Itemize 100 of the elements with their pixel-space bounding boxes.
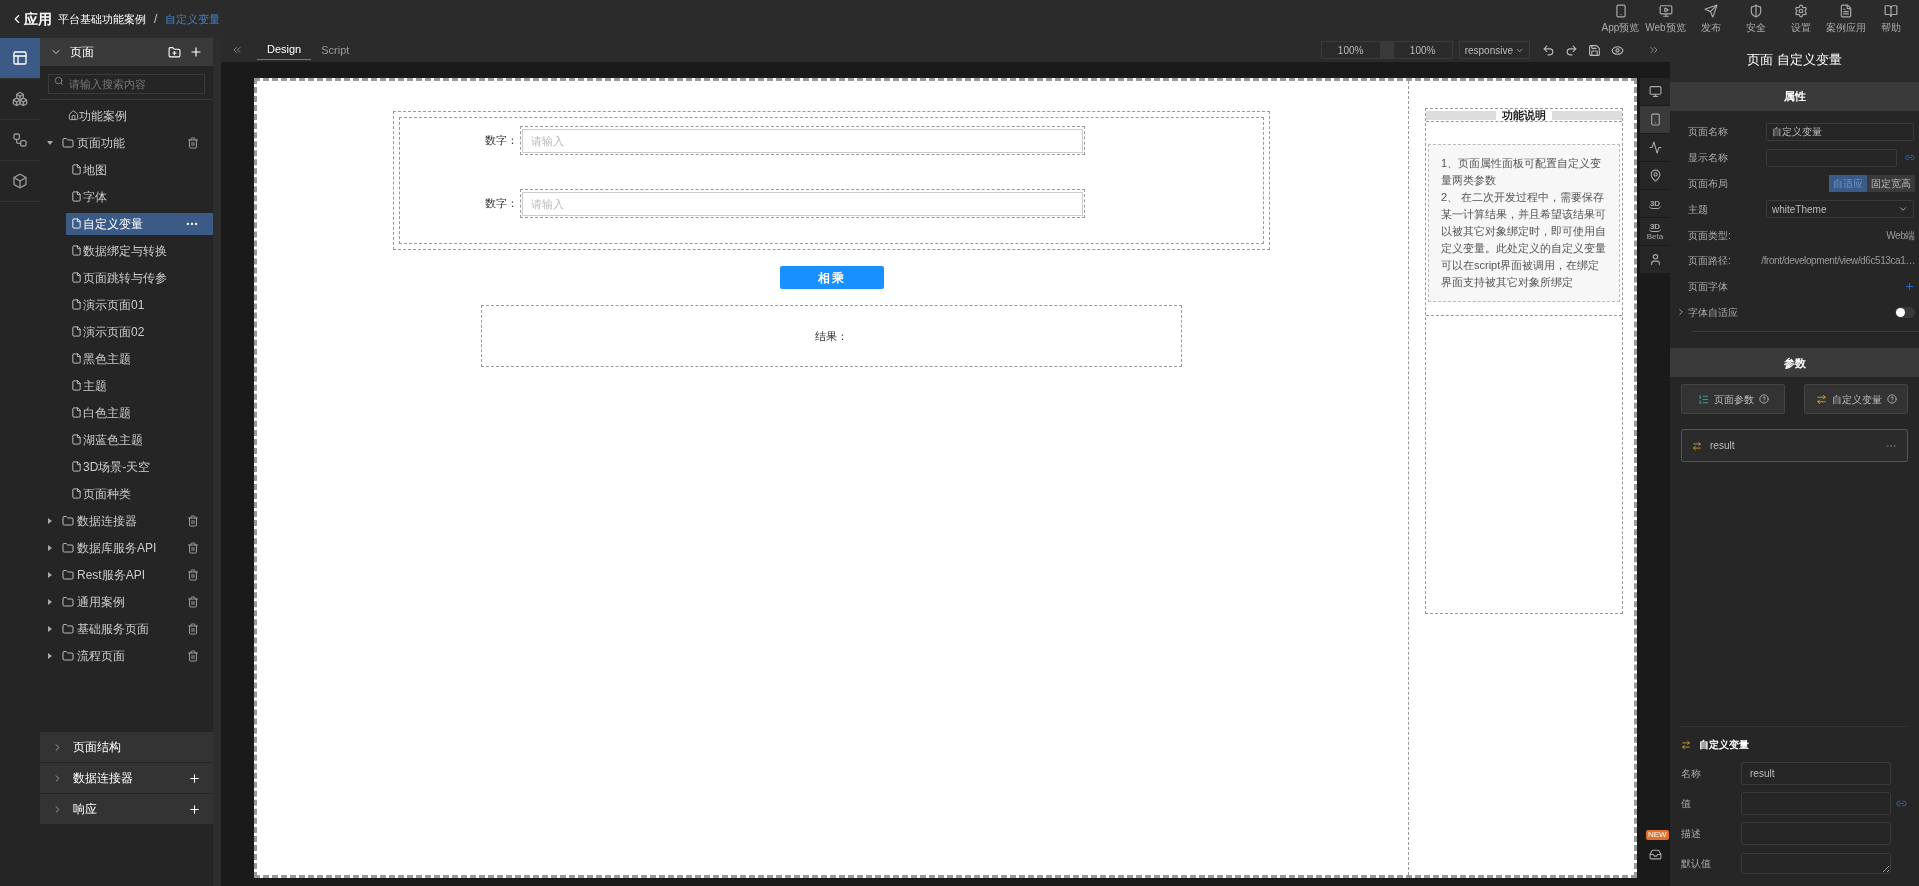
toolbar-button[interactable]: 安全 xyxy=(1733,3,1778,35)
toolbar-button[interactable]: 案例应用 xyxy=(1823,3,1868,35)
search-field[interactable]: 请输入搜索内容 xyxy=(48,74,205,94)
tree-item[interactable]: 演示页面01 xyxy=(66,293,213,316)
zoom-field[interactable]: 100% xyxy=(1392,41,1453,59)
parameter-button[interactable]: 自定义变量 xyxy=(1804,384,1908,415)
add-icon[interactable] xyxy=(188,771,201,785)
collapsed-section[interactable]: 响应 xyxy=(40,794,213,824)
tree-item[interactable]: 数据库服务API xyxy=(77,538,187,557)
new-badge: NEW xyxy=(1646,830,1669,840)
toolbar-button[interactable]: 设置 xyxy=(1778,3,1823,35)
property-label: 显示名称 xyxy=(1688,151,1729,166)
chart-icon xyxy=(1648,141,1662,154)
tree-item[interactable]: 页面种类 xyxy=(66,482,213,505)
trash-icon[interactable] xyxy=(187,541,199,554)
device-button[interactable] xyxy=(1640,106,1670,134)
property-input[interactable]: 自定义变量 xyxy=(1766,122,1914,141)
folder-icon xyxy=(62,568,74,581)
tree-item[interactable]: 基础服务页面 xyxy=(77,619,187,638)
theme-select[interactable]: whiteTheme xyxy=(1766,200,1914,219)
editor-tab[interactable]: Script xyxy=(311,40,360,60)
back-link[interactable]: 应用 xyxy=(24,8,52,30)
collapsed-section[interactable]: 页面结构 xyxy=(40,732,213,762)
toolbar-button[interactable]: 帮助 xyxy=(1868,3,1913,35)
tree-item[interactable]: 字体 xyxy=(66,185,213,208)
trash-icon[interactable] xyxy=(187,136,199,149)
layout-option[interactable]: 固定宽高 xyxy=(1867,175,1915,192)
file-icon xyxy=(71,407,82,418)
parameter-button[interactable]: 页面参数 xyxy=(1681,384,1785,415)
tree-item[interactable]: 流程页面 xyxy=(77,646,187,665)
device-button[interactable] xyxy=(1640,78,1670,106)
tree-item[interactable]: 黑色主题 xyxy=(66,347,213,370)
caret-icon[interactable] xyxy=(48,625,52,632)
save-icon[interactable] xyxy=(1588,43,1601,57)
default-value-field[interactable] xyxy=(1741,852,1891,874)
breadcrumb-item[interactable]: 平台基础功能案例 xyxy=(58,10,146,28)
caret-icon[interactable] xyxy=(48,544,52,551)
collapsed-section[interactable]: 数据连接器 xyxy=(40,763,213,793)
add-icon[interactable] xyxy=(188,802,201,816)
editor-tab[interactable]: Design xyxy=(257,40,312,60)
tree-item[interactable]: 3D场景-天空 xyxy=(66,455,213,478)
tree-item[interactable]: 通用案例 xyxy=(77,592,187,611)
device-button[interactable] xyxy=(1640,162,1670,190)
detail-label: 默认值 xyxy=(1681,856,1712,871)
paper-plane-icon xyxy=(1703,3,1718,18)
tree-item[interactable]: 页面跳转与传参 xyxy=(66,266,213,289)
tree-item[interactable]: 主题 xyxy=(66,374,213,397)
preview-icon[interactable] xyxy=(1611,43,1624,57)
tree-item[interactable]: 功能案例 xyxy=(79,106,127,125)
redo-icon[interactable] xyxy=(1565,43,1578,57)
detail-input[interactable]: result xyxy=(1741,761,1891,785)
trash-icon[interactable] xyxy=(187,568,199,581)
trash-icon[interactable] xyxy=(187,649,199,662)
number-input[interactable]: 请输入 xyxy=(522,192,1083,216)
new-folder-icon[interactable] xyxy=(168,45,181,59)
help-icon xyxy=(1758,394,1769,405)
caret-icon[interactable] xyxy=(48,517,52,524)
inbox-icon[interactable] xyxy=(1648,847,1662,861)
caret-icon[interactable] xyxy=(48,571,52,578)
number-input[interactable]: 请输入 xyxy=(522,129,1083,153)
collapse-icon[interactable] xyxy=(231,44,243,56)
caret-icon[interactable] xyxy=(48,652,52,659)
monitor-icon xyxy=(1658,3,1673,18)
tree-item[interactable]: 白色主题 xyxy=(66,401,213,424)
trash-icon[interactable] xyxy=(187,622,199,635)
add-icon[interactable] xyxy=(189,45,203,59)
toolbar-button[interactable]: 发布 xyxy=(1688,3,1733,35)
trash-icon[interactable] xyxy=(187,595,199,608)
note-title: 功能说明 xyxy=(1502,107,1546,123)
toolbar-button[interactable]: Web预览 xyxy=(1643,3,1688,35)
3d-view-button[interactable]: 3D xyxy=(1640,190,1670,218)
tree-item[interactable]: 页面功能 xyxy=(77,133,187,152)
tree-item[interactable]: 演示页面02 xyxy=(66,320,213,343)
caret-icon[interactable] xyxy=(48,598,52,605)
caret-icon[interactable] xyxy=(47,140,53,145)
tree-item[interactable]: 自定义变量 xyxy=(66,212,213,235)
tree-item[interactable]: Rest服务API xyxy=(77,565,187,584)
3d-view-button[interactable]: 3D Beta xyxy=(1640,218,1670,246)
tree-item[interactable]: 数据绑定与转换 xyxy=(66,239,213,262)
tree-item[interactable]: 数据连接器 xyxy=(77,511,187,530)
mode-select[interactable]: responsive xyxy=(1458,41,1530,59)
breadcrumb-separator: / xyxy=(154,11,158,28)
tree-item[interactable]: 湖蓝色主题 xyxy=(66,428,213,451)
breadcrumb-item[interactable]: 自定义变量 xyxy=(165,10,221,28)
undo-icon[interactable] xyxy=(1542,43,1555,57)
chevron-icon[interactable] xyxy=(1676,307,1686,318)
expand-icon[interactable] xyxy=(1648,44,1660,56)
tree-item[interactable]: 地图 xyxy=(66,158,213,181)
arrows-icon xyxy=(1815,393,1827,405)
toggle-switch[interactable] xyxy=(1895,306,1915,318)
trash-icon[interactable] xyxy=(187,514,199,527)
detail-label: 描述 xyxy=(1681,826,1702,841)
zoom-field[interactable]: 100% xyxy=(1320,41,1381,59)
toolbar-button[interactable]: App预览 xyxy=(1598,3,1643,35)
device-button[interactable] xyxy=(1640,246,1670,274)
device-button[interactable] xyxy=(1640,134,1670,162)
file-icon xyxy=(71,245,82,256)
title-bar-fill xyxy=(1552,110,1622,120)
shield-icon xyxy=(1748,3,1763,18)
variable-item[interactable]: result xyxy=(1681,429,1908,463)
